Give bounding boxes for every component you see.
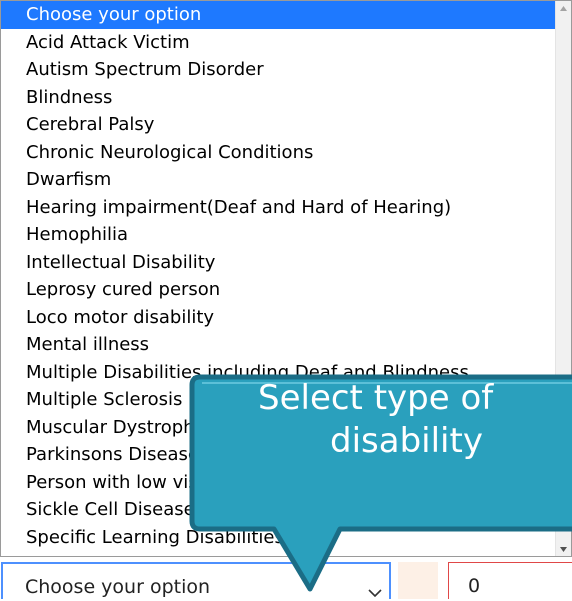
- list-item[interactable]: Hemophilia: [1, 221, 557, 249]
- callout-line-1: Select type of: [258, 378, 494, 418]
- list-item[interactable]: Choose your option: [1, 1, 557, 29]
- scroll-up-arrow-icon[interactable]: [556, 1, 571, 17]
- list-item[interactable]: Intellectual Disability: [1, 249, 557, 277]
- list-item[interactable]: Blindness: [1, 84, 557, 112]
- callout-text: Select type of disability: [210, 377, 572, 527]
- list-item[interactable]: Dwarfism: [1, 166, 557, 194]
- list-item[interactable]: Loco motor disability: [1, 304, 557, 332]
- callout-line-2: disability: [330, 421, 483, 461]
- list-item[interactable]: Mental illness: [1, 331, 557, 359]
- list-item[interactable]: Cerebral Palsy: [1, 111, 557, 139]
- list-item[interactable]: Leprosy cured person: [1, 276, 557, 304]
- select-value: Choose your option: [25, 576, 211, 598]
- list-item[interactable]: Chronic Neurological Conditions: [1, 139, 557, 167]
- list-item[interactable]: Autism Spectrum Disorder: [1, 56, 557, 84]
- list-item[interactable]: Acid Attack Victim: [1, 29, 557, 57]
- list-item[interactable]: Hearing impairment(Deaf and Hard of Hear…: [1, 194, 557, 222]
